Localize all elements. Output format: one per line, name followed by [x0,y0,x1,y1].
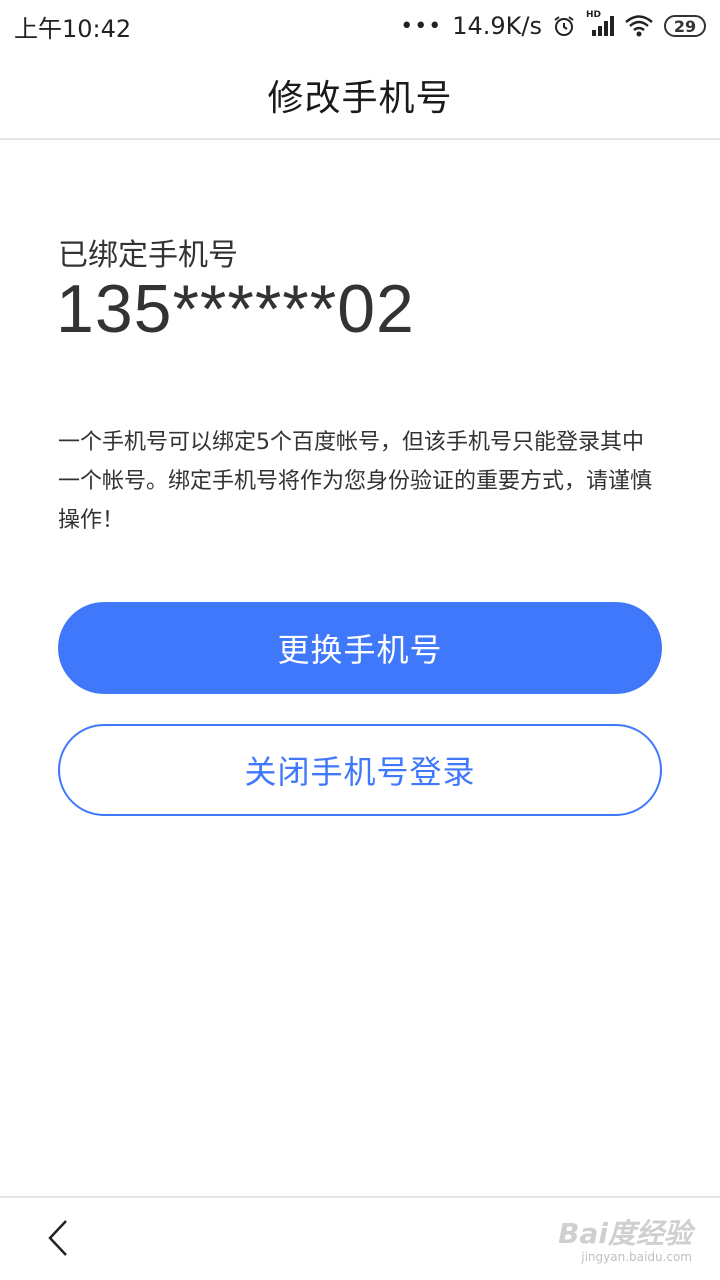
status-right: ••• 14.9K/s HD 29 [400,10,706,40]
back-button[interactable] [36,1216,80,1260]
page-title: 修改手机号 [267,78,453,119]
chevron-left-icon [48,1220,67,1256]
bottom-bar: Bai度经验 jingyan.baidu.com [0,1196,720,1280]
watermark-url: jingyan.baidu.com [581,1250,692,1264]
hd-badge: HD [586,10,602,20]
status-left: 上午10:42 [14,9,131,44]
battery-level: 29 [673,16,697,36]
alarm-icon [552,14,576,38]
bound-phone-number: 135******02 [56,271,415,347]
dots-icon: ••• [400,13,443,39]
status-time: 上午10:42 [14,14,132,43]
battery-icon: 29 [664,15,706,37]
close-phone-login-button[interactable]: 关闭手机号登录 [58,724,662,816]
watermark-logo: Bai度经验 [558,1217,692,1250]
wifi-icon [624,14,654,38]
signal-icon: HD [586,10,614,38]
net-speed: 14.9K/s [452,12,542,40]
status-bar: 上午10:42 ••• 14.9K/s HD 29 [0,0,720,52]
bound-phone-label: 已绑定手机号 [58,238,238,273]
header: 修改手机号 [0,52,720,140]
notice-text: 一个手机号可以绑定5个百度帐号，但该手机号只能登录其中一个帐号。绑定手机号将作为… [58,430,653,533]
change-phone-button[interactable]: 更换手机号 [58,602,662,694]
screen: 上午10:42 ••• 14.9K/s HD 29 修改手机号 已绑定手机号 1… [0,0,720,1280]
watermark: Bai度经验 jingyan.baidu.com [558,1212,692,1264]
